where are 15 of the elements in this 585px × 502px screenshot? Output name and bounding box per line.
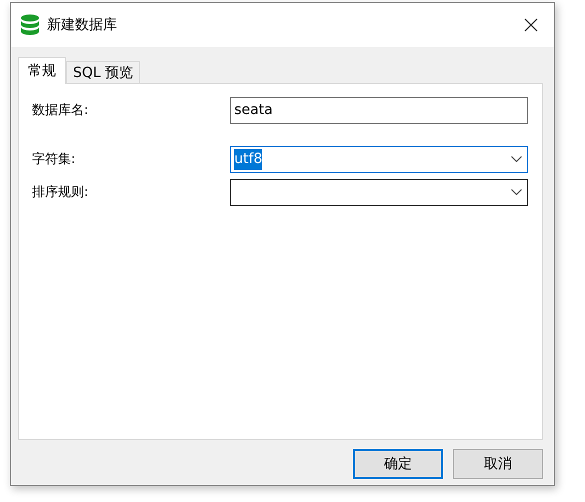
dialog-button[interactable]: 确定 bbox=[353, 449, 443, 479]
tab[interactable]: SQL 预览 bbox=[66, 61, 140, 83]
field-label: 数据库名: bbox=[32, 102, 90, 120]
close-icon bbox=[524, 18, 538, 32]
field-label: 排序规则: bbox=[32, 184, 90, 202]
database-icon bbox=[20, 14, 40, 36]
dialog-button[interactable]: 取消 bbox=[453, 449, 543, 479]
field-label: 字符集: bbox=[32, 150, 76, 169]
chevron-down-icon bbox=[511, 189, 522, 196]
tab[interactable]: 常规 bbox=[18, 57, 66, 84]
chevron-down-icon bbox=[511, 156, 522, 163]
input-field[interactable]: seata bbox=[230, 97, 528, 124]
window-title: 新建数据库 bbox=[47, 16, 117, 34]
dropdown[interactable] bbox=[230, 179, 528, 206]
dropdown[interactable]: utf8 bbox=[230, 146, 528, 173]
